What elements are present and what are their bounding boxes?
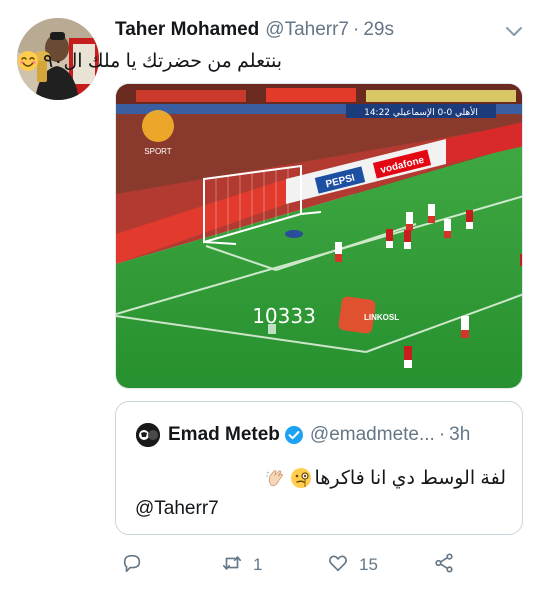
quoted-mention-link[interactable]: @Taherr7 [135, 498, 219, 520]
like-count: 15 [359, 555, 378, 574]
smiling-face-icon [17, 50, 39, 72]
chevron-down-icon[interactable] [503, 20, 525, 42]
author-handle[interactable]: @Taherr7 [265, 19, 349, 41]
tweet-media-image[interactable]: الأهلي 0-0 الإسماعيلي 14:22 PEPSI vodafo… [115, 83, 523, 389]
tweet-text: بنتعلم من حضرتك يا ملك ال٩٠ [18, 46, 282, 76]
separator-dot: · [353, 19, 360, 40]
quoted-author-avatar[interactable] [136, 423, 160, 447]
watermark-counter: 10333 [252, 304, 316, 328]
author-name[interactable]: Taher Mohamed [115, 19, 259, 41]
scoreboard-text: الأهلي 0-0 الإسماعيلي 14:22 [364, 106, 478, 118]
quoted-body-text: لفة الوسط دي انا فاكرها [314, 467, 506, 489]
quoted-separator-dot: · [438, 424, 446, 445]
verified-badge-icon [284, 425, 304, 445]
quoted-author-name[interactable]: Emad Meteb [168, 424, 280, 446]
quoted-tweet-header: Emad Meteb @emadmete... · 3h [136, 422, 506, 448]
reply-button[interactable] [121, 552, 153, 578]
clapping-hands-icon [265, 467, 287, 489]
quoted-timestamp[interactable]: 3h [449, 424, 470, 446]
watermark-logo: LINKOSL [364, 313, 399, 322]
tweet-header: Taher Mohamed @Taherr7 · 29s [115, 18, 525, 42]
channel-logo: SPORT [144, 147, 172, 156]
tweet-action-bar: 1 15 [115, 552, 525, 578]
face-with-monocle-icon [290, 467, 312, 489]
tweet-timestamp[interactable]: 29s [363, 19, 394, 41]
retweet-icon [221, 552, 243, 579]
retweet-count: 1 [253, 555, 263, 574]
quoted-author-handle[interactable]: @emadmete... [310, 424, 435, 446]
heart-icon [327, 552, 349, 579]
quoted-tweet-text: لفة الوسط دي انا فاكرها [256, 464, 506, 492]
share-icon [433, 552, 455, 579]
reply-icon [121, 552, 143, 579]
retweet-button[interactable]: 1 [221, 552, 262, 578]
share-button[interactable] [433, 552, 455, 578]
tweet-body-text: بنتعلم من حضرتك يا ملك ال٩٠ [43, 50, 282, 72]
quoted-tweet-card[interactable]: Emad Meteb @emadmete... · 3h لفة الوسط د… [115, 401, 523, 535]
like-button[interactable]: 15 [327, 552, 378, 578]
